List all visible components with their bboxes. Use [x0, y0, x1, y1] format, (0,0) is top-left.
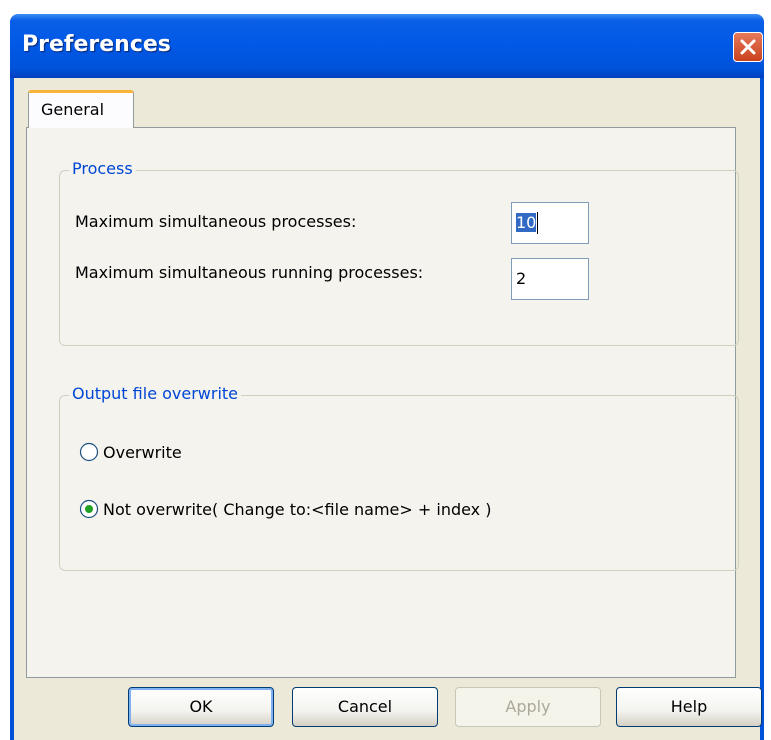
frame-border-left [10, 78, 14, 740]
apply-button[interactable]: Apply [455, 687, 601, 727]
process-groupbox [59, 170, 739, 346]
max-running-processes-value: 2 [516, 269, 527, 288]
not-overwrite-radio[interactable]: Not overwrite( Change to:<file name> + i… [79, 499, 619, 523]
radio-unchecked-icon [79, 442, 99, 462]
close-icon [740, 39, 756, 55]
max-processes-input[interactable]: 10 [511, 202, 589, 244]
tab-general-label: General [41, 100, 105, 119]
overwrite-radio-label: Overwrite [103, 443, 182, 462]
max-running-processes-label: Maximum simultaneous running processes: [75, 263, 424, 282]
tab-general[interactable]: General [28, 90, 134, 128]
max-processes-label: Maximum simultaneous processes: [75, 212, 357, 231]
overwrite-groupbox [59, 395, 739, 571]
general-tab-panel: Process Maximum simultaneous processes: … [26, 127, 739, 678]
radio-checked-icon [79, 499, 99, 519]
overwrite-radio[interactable]: Overwrite [79, 442, 279, 466]
max-running-processes-input[interactable]: 2 [511, 258, 589, 300]
ok-button[interactable]: OK [128, 687, 274, 727]
help-button[interactable]: Help [616, 687, 762, 727]
overwrite-group-legend: Output file overwrite [69, 384, 242, 403]
window-title: Preferences [22, 32, 171, 57]
cancel-button[interactable]: Cancel [292, 687, 438, 727]
max-processes-value: 10 [516, 213, 537, 232]
title-bar[interactable]: Preferences [10, 14, 764, 78]
preferences-window: Preferences General Process Maximum simu… [0, 0, 771, 740]
not-overwrite-radio-label: Not overwrite( Change to:<file name> + i… [103, 500, 492, 519]
text-caret [537, 212, 538, 234]
frame-border-right [760, 78, 764, 740]
close-button[interactable] [733, 32, 763, 62]
process-group-legend: Process [69, 159, 136, 178]
dialog-frame: Preferences General Process Maximum simu… [10, 14, 764, 740]
